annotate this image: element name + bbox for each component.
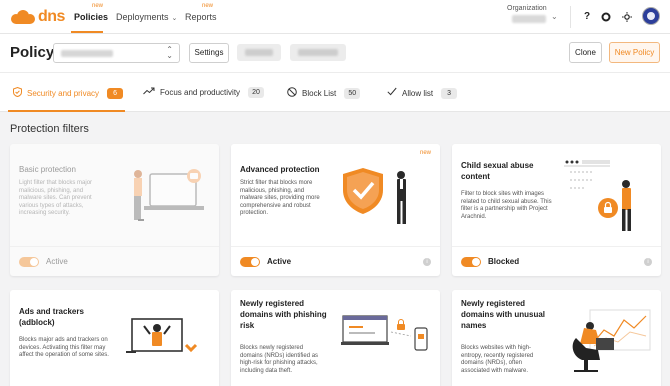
policy-name-redacted	[61, 50, 113, 57]
cloud-icon	[11, 10, 35, 24]
new-policy-button[interactable]: New Policy	[609, 42, 660, 63]
tab-label: Focus and productivity	[160, 88, 241, 97]
section-title: Protection filters	[10, 123, 89, 135]
policy-chip[interactable]	[237, 44, 281, 61]
nav-policies[interactable]: Policies	[74, 12, 108, 22]
status-label: Active	[267, 257, 292, 266]
card-title: Child sexual abuse content	[461, 161, 534, 181]
tab-label: Block List	[302, 89, 337, 98]
new-badge: new	[92, 3, 104, 9]
nav-deployments-label: Deployments	[116, 12, 169, 22]
card-footer: Blocked i	[452, 246, 661, 276]
settings-icon[interactable]	[599, 10, 613, 24]
card-title: Ads and trackers (adblock)	[19, 307, 84, 327]
new-badge: new	[202, 3, 214, 9]
nav-active-indicator	[71, 31, 103, 33]
tab-focus-productivity[interactable]: Focus and productivity 20	[143, 87, 265, 98]
status-label: Blocked	[488, 257, 520, 266]
tab-count: 6	[107, 88, 124, 99]
logo-text: dns	[38, 8, 65, 25]
policy-header: Policy ⌃ ⌄ Settings Clone New Policy	[0, 34, 670, 72]
organization-label: Organization	[507, 5, 547, 12]
laptop-person-illustration	[134, 169, 204, 221]
tab-label: Allow list	[402, 88, 434, 98]
nav-reports[interactable]: Reports	[185, 12, 217, 22]
shield-person-illustration	[343, 168, 406, 224]
help-icon[interactable]: ?	[580, 10, 594, 24]
card-description: Blocks websites with high-entropy, recen…	[461, 345, 534, 374]
card-description: Light filter that blocks major malicious…	[19, 180, 93, 217]
tab-label: Security and privacy	[27, 89, 100, 98]
filter-tabs: Security and privacy 6 Focus and product…	[0, 72, 670, 112]
chevron-updown-icon: ⌃ ⌄	[166, 45, 173, 60]
card-title: Basic protection	[19, 165, 76, 174]
card-footer: Active i	[231, 246, 440, 276]
tab-block-list[interactable]: Block List 50	[287, 87, 361, 100]
settings-button[interactable]: Settings	[189, 43, 229, 63]
filter-card-basic-protection[interactable]: Basic protection Light filter that block…	[10, 144, 219, 276]
filter-card-child-abuse-content[interactable]: Child sexual abuse content Filter to blo…	[452, 144, 661, 276]
filter-card-ads-trackers[interactable]: Ads and trackers (adblock) Blocks major …	[10, 290, 219, 386]
card-title: Advanced protection	[240, 165, 320, 174]
policy-chip[interactable]	[290, 44, 346, 61]
tab-allow-list[interactable]: Allow list 3	[387, 87, 458, 99]
tab-count: 50	[344, 88, 361, 99]
info-icon[interactable]: i	[644, 258, 652, 266]
card-title: Newly registered domains with phishing r…	[240, 299, 327, 330]
tab-count: 3	[441, 87, 458, 99]
status-label: Active	[46, 257, 68, 266]
filter-card-nrd-unusual-names[interactable]: Newly registered domains with unusual na…	[452, 290, 661, 386]
card-description: Strict filter that blocks more malicious…	[240, 180, 320, 217]
theme-icon[interactable]	[620, 10, 634, 24]
tab-active-indicator	[8, 110, 125, 112]
card-description: Blocks newly registered domains (NRDs) i…	[240, 345, 319, 374]
policy-select[interactable]: ⌃ ⌄	[53, 43, 180, 63]
trend-icon	[143, 87, 155, 98]
protection-toggle[interactable]	[19, 257, 39, 267]
locked-browser-illustration	[564, 160, 631, 231]
filter-card-advanced-protection[interactable]: new Advanced protection Strict filter th…	[231, 144, 440, 276]
card-description: Blocks major ads and trackers on devices…	[19, 337, 109, 359]
tab-security-privacy[interactable]: Security and privacy 6	[13, 86, 124, 100]
page-title: Policy	[10, 44, 55, 61]
chevron-down-icon: ⌄	[171, 15, 178, 22]
block-icon	[287, 87, 297, 100]
filter-card-nrd-phishing[interactable]: Newly registered domains with phishing r…	[231, 290, 440, 386]
card-description: Filter to block sites with images relate…	[461, 191, 552, 220]
protection-toggle[interactable]	[461, 257, 481, 267]
card-footer: Active	[10, 246, 219, 276]
info-icon[interactable]: i	[423, 258, 431, 266]
dns-logo[interactable]: dns	[10, 8, 65, 26]
tab-count: 20	[248, 87, 265, 98]
phishing-devices-illustration	[341, 315, 428, 351]
divider	[570, 6, 571, 28]
top-navigation: dns new Policies Deployments ⌄ new Report…	[0, 0, 670, 34]
protection-toggle[interactable]	[240, 257, 260, 267]
chevron-down-icon[interactable]: ⌄	[551, 12, 558, 21]
analytics-person-illustration	[572, 309, 651, 372]
clone-button[interactable]: Clone	[569, 42, 602, 63]
organization-name-redacted[interactable]	[512, 15, 546, 23]
check-icon	[387, 87, 397, 99]
avatar[interactable]	[642, 7, 660, 25]
shield-icon	[13, 86, 22, 100]
new-badge: new	[419, 150, 431, 156]
nav-deployments[interactable]: Deployments ⌄	[116, 12, 177, 22]
monitor-person-illustration	[126, 318, 198, 353]
card-title: Newly registered domains with unusual na…	[461, 299, 546, 330]
